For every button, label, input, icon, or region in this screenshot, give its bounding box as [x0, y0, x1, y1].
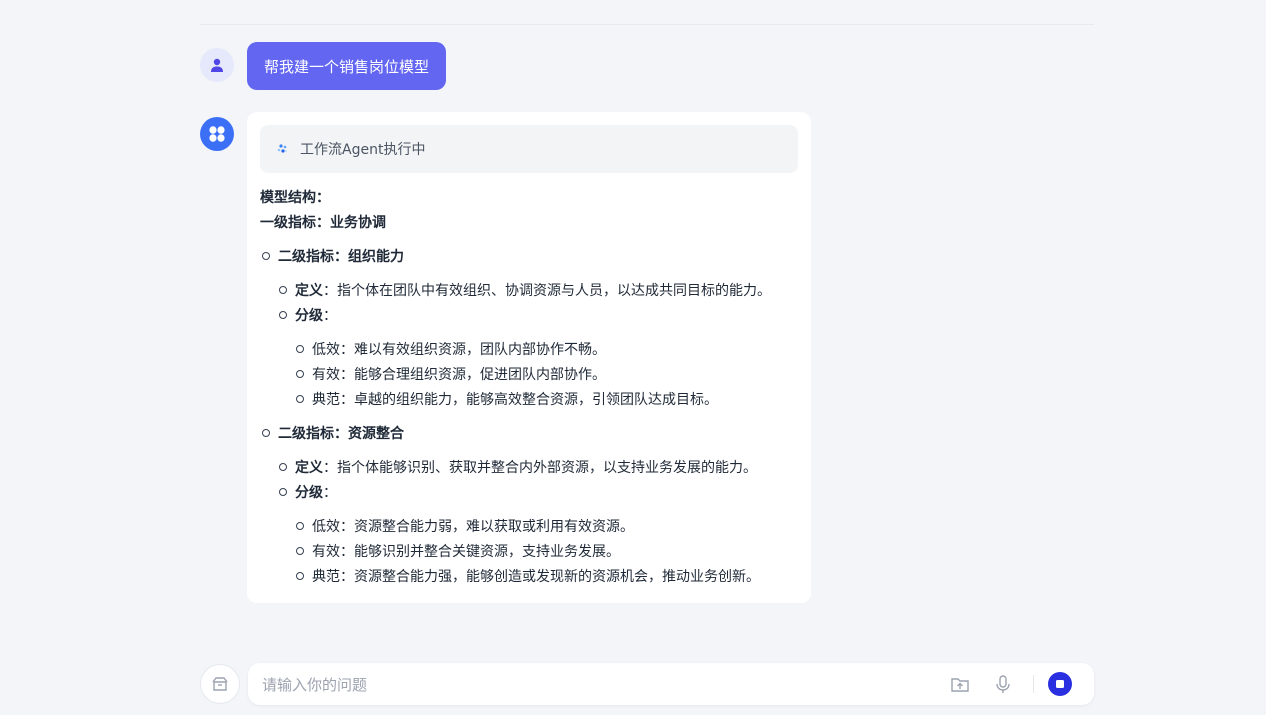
- toolbox-button[interactable]: [200, 664, 240, 704]
- grade-item: 低效：难以有效组织资源，团队内部协作不畅。: [260, 338, 798, 363]
- input-divider: [1033, 675, 1034, 693]
- bullet-icon: [296, 522, 304, 530]
- grading-item: 分级：: [260, 481, 798, 506]
- bullet-icon: [296, 572, 304, 580]
- loading-dots-icon: [276, 143, 288, 155]
- grade-item: 有效：能够识别并整合关键资源，支持业务发展。: [260, 540, 798, 565]
- grading-item: 分级：: [260, 304, 798, 329]
- agent-status-text: 工作流Agent执行中: [300, 142, 426, 158]
- user-message-bubble: 帮我建一个销售岗位模型: [247, 42, 447, 90]
- definition-item: 定义：指个体能够识别、获取并整合内外部资源，以支持业务发展的能力。: [260, 456, 798, 481]
- bullet-icon: [279, 311, 287, 319]
- question-input[interactable]: [260, 663, 924, 707]
- bullet-icon: [279, 463, 287, 471]
- level1-indicator: 一级指标：业务协调: [260, 215, 386, 231]
- user-icon: [209, 57, 225, 73]
- bot-message-card: 工作流Agent执行中 模型结构： 一级指标：业务协调 二级指标：组织能力 定义…: [247, 112, 811, 603]
- top-divider: [200, 24, 1094, 25]
- user-message-text: 帮我建一个销售岗位模型: [264, 57, 430, 76]
- bullet-icon: [296, 395, 304, 403]
- upload-folder-icon[interactable]: [950, 674, 970, 694]
- toolbox-icon: [211, 675, 229, 693]
- bullet-icon: [296, 345, 304, 353]
- bullet-icon: [279, 488, 287, 496]
- user-avatar: [200, 48, 234, 82]
- grade-item: 典范：卓越的组织能力，能够高效整合资源，引领团队达成目标。: [260, 388, 798, 413]
- agent-status-panel: 工作流Agent执行中: [260, 125, 798, 173]
- grade-item: 低效：资源整合能力弱，难以获取或利用有效资源。: [260, 515, 798, 540]
- bullet-icon: [262, 252, 270, 260]
- grade-item: 有效：能够合理组织资源，促进团队内部协作。: [260, 363, 798, 388]
- model-content: 模型结构： 一级指标：业务协调 二级指标：组织能力 定义：指个体在团队中有效组织…: [260, 186, 798, 590]
- bullet-icon: [296, 370, 304, 378]
- chat-input-box: [248, 663, 1094, 707]
- bullet-icon: [262, 429, 270, 437]
- definition-item: 定义：指个体在团队中有效组织、协调资源与人员，以达成共同目标的能力。: [260, 279, 798, 304]
- stop-icon: [1056, 680, 1064, 688]
- app-grid-icon: [208, 125, 226, 143]
- bullet-icon: [296, 547, 304, 555]
- level2-indicator: 二级指标：资源整合: [260, 422, 798, 447]
- microphone-icon[interactable]: [993, 674, 1013, 694]
- stop-button[interactable]: [1048, 672, 1072, 696]
- bullet-icon: [279, 286, 287, 294]
- model-structure-heading: 模型结构：: [260, 190, 330, 206]
- level2-indicator: 二级指标：组织能力: [260, 245, 798, 270]
- grade-item: 典范：资源整合能力强，能够创造或发现新的资源机会，推动业务创新。: [260, 565, 798, 590]
- bot-avatar: [200, 117, 234, 151]
